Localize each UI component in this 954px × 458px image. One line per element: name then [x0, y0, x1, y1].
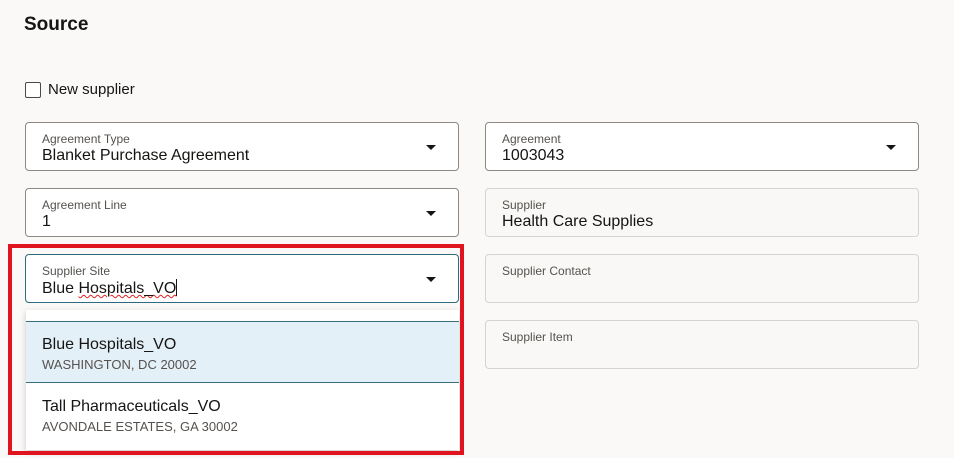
- field-value: 1003043: [502, 147, 565, 164]
- field-label: Agreement Line: [42, 198, 127, 212]
- field-label: Supplier: [502, 198, 547, 212]
- chevron-down-icon[interactable]: [426, 211, 436, 216]
- new-supplier-label[interactable]: New supplier: [48, 81, 135, 98]
- chevron-down-icon[interactable]: [426, 145, 436, 150]
- supplier-item-field: Supplier Item: [485, 320, 919, 369]
- field-label: Supplier Item: [502, 330, 573, 344]
- agreement-line-select[interactable]: Agreement Line 1: [25, 188, 459, 237]
- agreement-type-select[interactable]: Agreement Type Blanket Purchase Agreemen…: [25, 122, 459, 171]
- field-value: Health Care Supplies: [502, 213, 654, 230]
- field-label: Agreement Type: [42, 132, 130, 146]
- field-label: Supplier Contact: [502, 264, 591, 278]
- agreement-select[interactable]: Agreement 1003043: [485, 122, 919, 171]
- supplier-contact-field: Supplier Contact: [485, 254, 919, 303]
- field-value: Blanket Purchase Agreement: [42, 147, 250, 164]
- highlight-annotation-box: [8, 244, 464, 455]
- section-title: Source: [24, 14, 89, 35]
- field-label: Agreement: [502, 132, 561, 146]
- supplier-field: Supplier Health Care Supplies: [485, 188, 919, 237]
- new-supplier-checkbox[interactable]: [25, 82, 41, 98]
- field-value: 1: [42, 213, 51, 230]
- chevron-down-icon[interactable]: [886, 145, 896, 150]
